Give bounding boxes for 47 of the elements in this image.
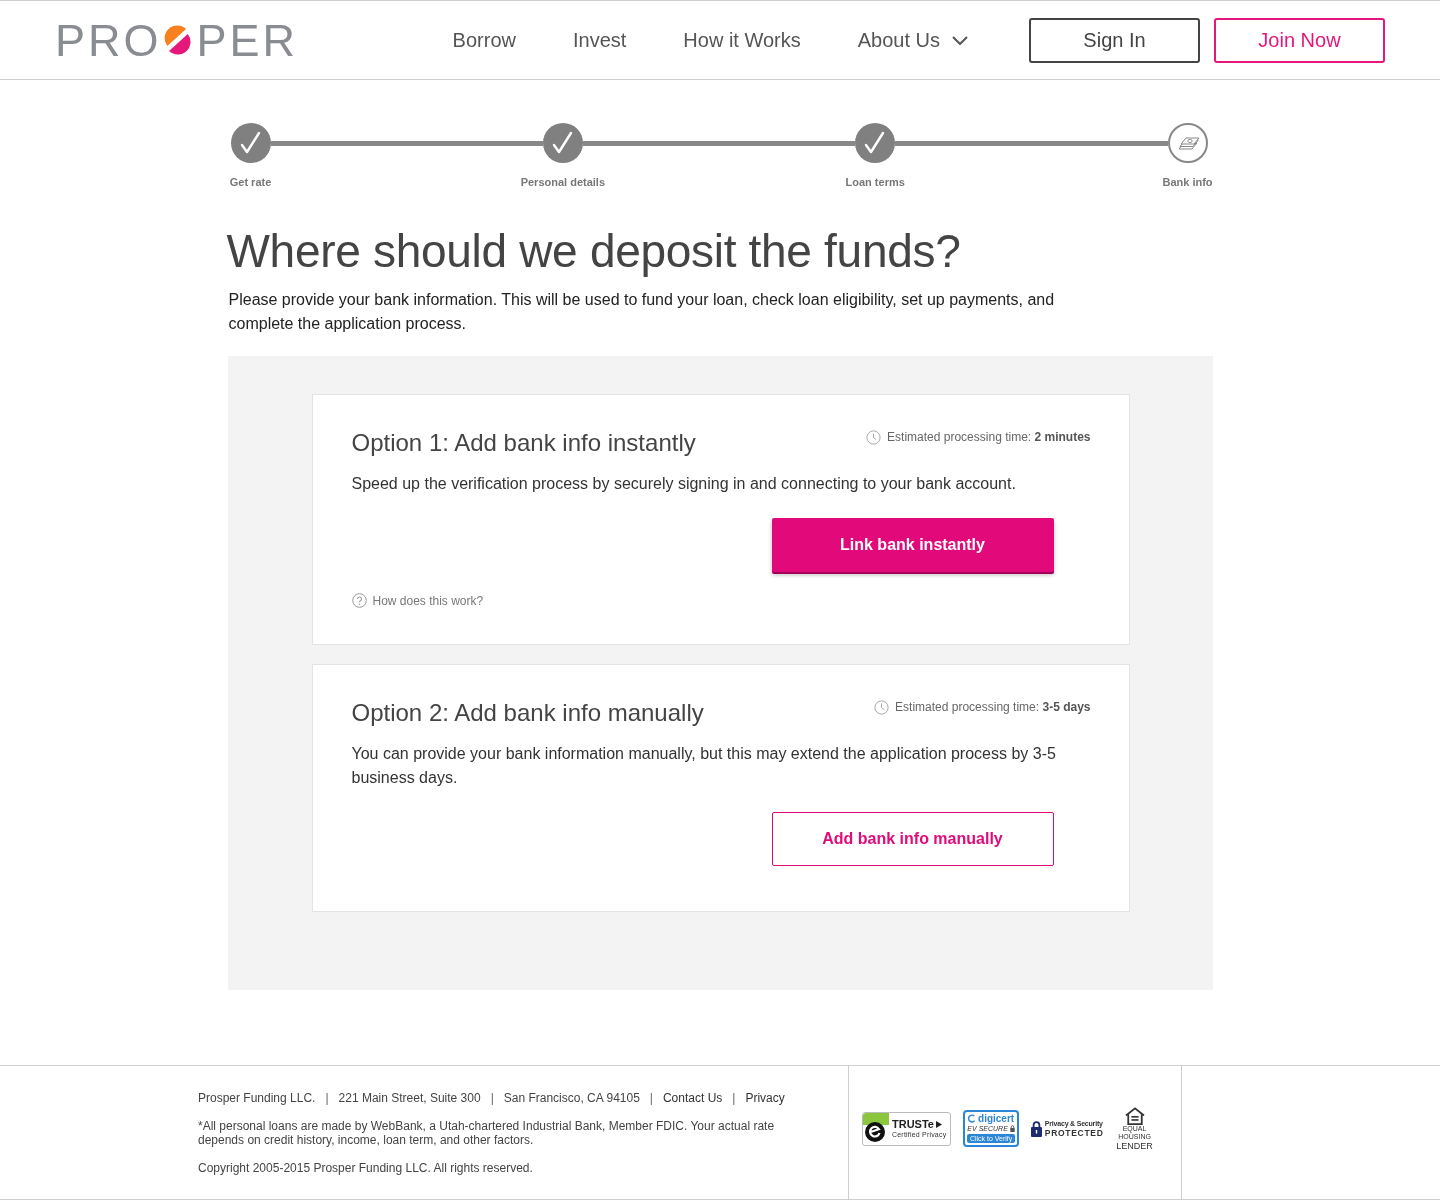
nav-link[interactable]: Invest <box>572 28 627 52</box>
header-button[interactable]: Join Now <box>1214 17 1385 63</box>
logo-mark-icon <box>163 23 192 57</box>
nav-link[interactable]: How it Works <box>683 28 801 52</box>
pipe-separator: | <box>649 1091 653 1105</box>
header-button[interactable]: Sign In <box>1029 17 1200 63</box>
triangle-icon <box>935 1120 942 1128</box>
option-title: Option 1: Add bank info instantly <box>351 429 696 457</box>
option-button[interactable]: Add bank info manually <box>771 812 1054 866</box>
option-description: Speed up the verification process by securely signing in and connecting to your bank account. <box>351 474 1017 494</box>
badge-title: TRUSTe <box>892 1118 934 1130</box>
option-title: Option 2: Add bank info manually <box>351 699 704 727</box>
step-label: Loan terms <box>845 175 905 189</box>
pipe-separator: | <box>490 1091 494 1105</box>
option-button[interactable]: Link bank instantly <box>771 518 1054 572</box>
pipe-separator: | <box>325 1091 329 1105</box>
footer-link[interactable]: Contact Us <box>662 1091 723 1105</box>
clock-icon <box>866 429 882 445</box>
step-label: Bank info <box>1162 175 1213 189</box>
house-icon <box>1123 1106 1146 1125</box>
logo-text: PER <box>196 17 299 63</box>
badge-title: digicert <box>978 1113 1015 1124</box>
step-label: Personal details <box>520 175 605 189</box>
intro-text: Please provide your bank information. This will be used to fund your loan, check loan eligibility, set up payments, and complete the application process. <box>228 290 1056 334</box>
help-link[interactable]: How does this work? <box>351 593 484 608</box>
footer-link[interactable]: Privacy <box>745 1091 785 1105</box>
pipe-separator: | <box>732 1091 736 1105</box>
footer-text: Prosper Funding LLC. <box>198 1091 316 1105</box>
padlock-icon <box>1030 1120 1042 1137</box>
nav-link[interactable]: Borrow <box>452 28 516 52</box>
estimate-text: Estimated processing time: 2 minutes <box>887 429 1091 445</box>
estimate-text: Estimated processing time: 3-5 days <box>895 699 1091 715</box>
option-description: You can provide your bank information manually, but this may extend the application process by 3-5 business days. <box>351 744 1057 788</box>
footer-text: San Francisco, CA 94105 <box>503 1091 640 1105</box>
ring-icon <box>968 1114 977 1123</box>
nav-link[interactable]: About Us <box>857 28 968 52</box>
lock-icon <box>1009 1125 1015 1132</box>
copyright-text: Copyright 2005-2015 Prosper Funding LLC. All rights reserved. <box>198 1161 534 1175</box>
badge-title: LENDER <box>1116 1140 1153 1151</box>
question-icon <box>351 593 367 608</box>
footer-text: 221 Main Street, Suite 300 <box>338 1091 481 1105</box>
page-heading: Where should we deposit the funds? <box>226 224 962 279</box>
step-label: Get rate <box>229 175 272 189</box>
disclaimer-text: *All personal loans are made by WebBank, a Utah-chartered Industrial Bank, Member FDIC. Your actual rate depends on credit history, income, loan term, and other factors. <box>198 1119 776 1147</box>
clock-icon <box>874 699 890 715</box>
badge-caption: PROTECTED <box>1044 1128 1104 1138</box>
logo-text: PRO <box>55 17 162 63</box>
